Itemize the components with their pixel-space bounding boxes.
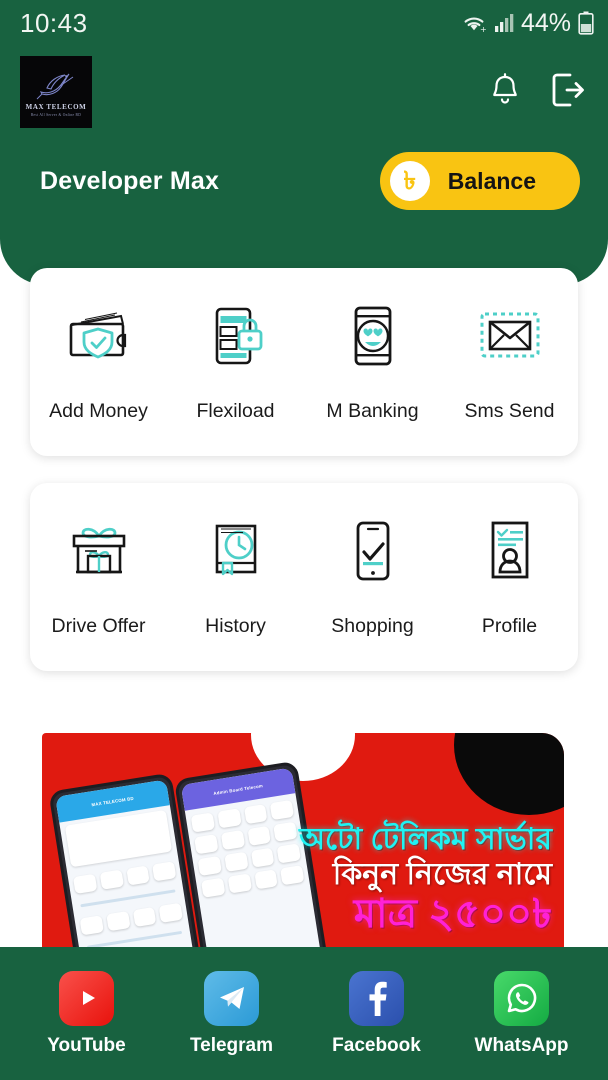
menu-tile-label: History (205, 615, 266, 638)
menu-tile-label: M Banking (326, 400, 418, 423)
logout-icon[interactable] (548, 70, 586, 115)
banner-corner-blob (454, 733, 564, 815)
bottom-navigation-bar: YouTube Telegram Facebook (0, 947, 608, 1080)
menu-tile-shopping[interactable]: Shopping (304, 509, 441, 638)
gift-box-icon (62, 509, 136, 593)
phone-smiley-icon (336, 294, 410, 378)
banner-phone-a-title: MAX TELECOM BD (91, 795, 134, 807)
username-label: Developer Max (40, 167, 219, 196)
balance-button[interactable]: ৳ Balance (380, 152, 580, 210)
nav-item-label: YouTube (47, 1035, 125, 1057)
banner-headline-1: অটো টেলিকম সার্ভার (299, 825, 552, 856)
banner-text-block: অটো টেলিকম সার্ভার কিনুন নিজের নামে মাত্… (299, 825, 552, 935)
menu-tile-label: Drive Offer (52, 615, 146, 638)
app-root: 10:43 + 44% (0, 0, 608, 1080)
nav-item-whatsapp[interactable]: WhatsApp (452, 971, 592, 1057)
banner-phone-b-title: Admin Board Telecom (213, 783, 263, 796)
phone-lock-icon (199, 294, 273, 378)
phone-check-icon (336, 509, 410, 593)
nav-item-telegram[interactable]: Telegram (162, 971, 302, 1057)
brand-logo-tagline: Best All Server & Online BD (31, 113, 81, 117)
wallet-shield-check-icon (62, 294, 136, 378)
id-card-person-icon (473, 509, 547, 593)
status-clock: 10:43 (20, 8, 88, 39)
dove-bird-logo (33, 68, 79, 102)
menu-tile-m-banking[interactable]: M Banking (304, 294, 441, 423)
whatsapp-icon (494, 971, 549, 1026)
facebook-icon (349, 971, 404, 1026)
book-clock-icon (199, 509, 273, 593)
menu-tile-label: Flexiload (196, 400, 274, 423)
menu-tile-sms-send[interactable]: Sms Send (441, 294, 578, 423)
menu-tile-flexiload[interactable]: Flexiload (167, 294, 304, 423)
menu-card-primary: Add Money Flexiload (30, 268, 578, 456)
taka-currency-icon: ৳ (390, 161, 430, 201)
menu-tile-drive-offer[interactable]: Drive Offer (30, 509, 167, 638)
header-top-row: MAX TELECOM Best All Server & Online BD (0, 56, 608, 128)
bell-icon[interactable] (488, 72, 522, 113)
nav-item-youtube[interactable]: YouTube (17, 971, 157, 1057)
menu-card-secondary: Drive Offer History (30, 483, 578, 671)
status-indicators: + 44% (461, 9, 594, 38)
brand-logo-name: MAX TELECOM (26, 104, 87, 111)
nav-item-label: WhatsApp (475, 1035, 569, 1057)
balance-button-label: Balance (448, 168, 536, 195)
telegram-icon (204, 971, 259, 1026)
cellular-signal-icon (494, 12, 514, 34)
nav-item-label: Facebook (332, 1035, 421, 1057)
header-user-row: Developer Max ৳ Balance (0, 152, 608, 210)
wifi-icon: + (461, 12, 487, 34)
header-actions (488, 70, 586, 115)
nav-item-label: Telegram (190, 1035, 273, 1057)
banner-headline-2: কিনুন নিজের নামে (299, 860, 552, 891)
battery-percent-label: 44% (521, 9, 571, 38)
menu-tile-add-money[interactable]: Add Money (30, 294, 167, 423)
youtube-icon (59, 971, 114, 1026)
promo-banner[interactable]: MAX TELECOM BD Admin Board Telecom (42, 733, 564, 947)
menu-tile-profile[interactable]: Profile (441, 509, 578, 638)
menu-tile-label: Shopping (331, 615, 413, 638)
menu-tile-label: Profile (482, 615, 537, 638)
envelope-dashed-icon (473, 294, 547, 378)
menu-tile-history[interactable]: History (167, 509, 304, 638)
nav-item-facebook[interactable]: Facebook (307, 971, 447, 1057)
menu-tile-label: Sms Send (465, 400, 555, 423)
battery-icon (578, 11, 594, 35)
brand-logo[interactable]: MAX TELECOM Best All Server & Online BD (20, 56, 92, 128)
svg-text:+: + (480, 25, 487, 34)
status-bar: 10:43 + 44% (0, 0, 608, 46)
banner-price: মাত্র ২৫০০৳ (299, 894, 552, 935)
menu-tile-label: Add Money (49, 400, 148, 423)
